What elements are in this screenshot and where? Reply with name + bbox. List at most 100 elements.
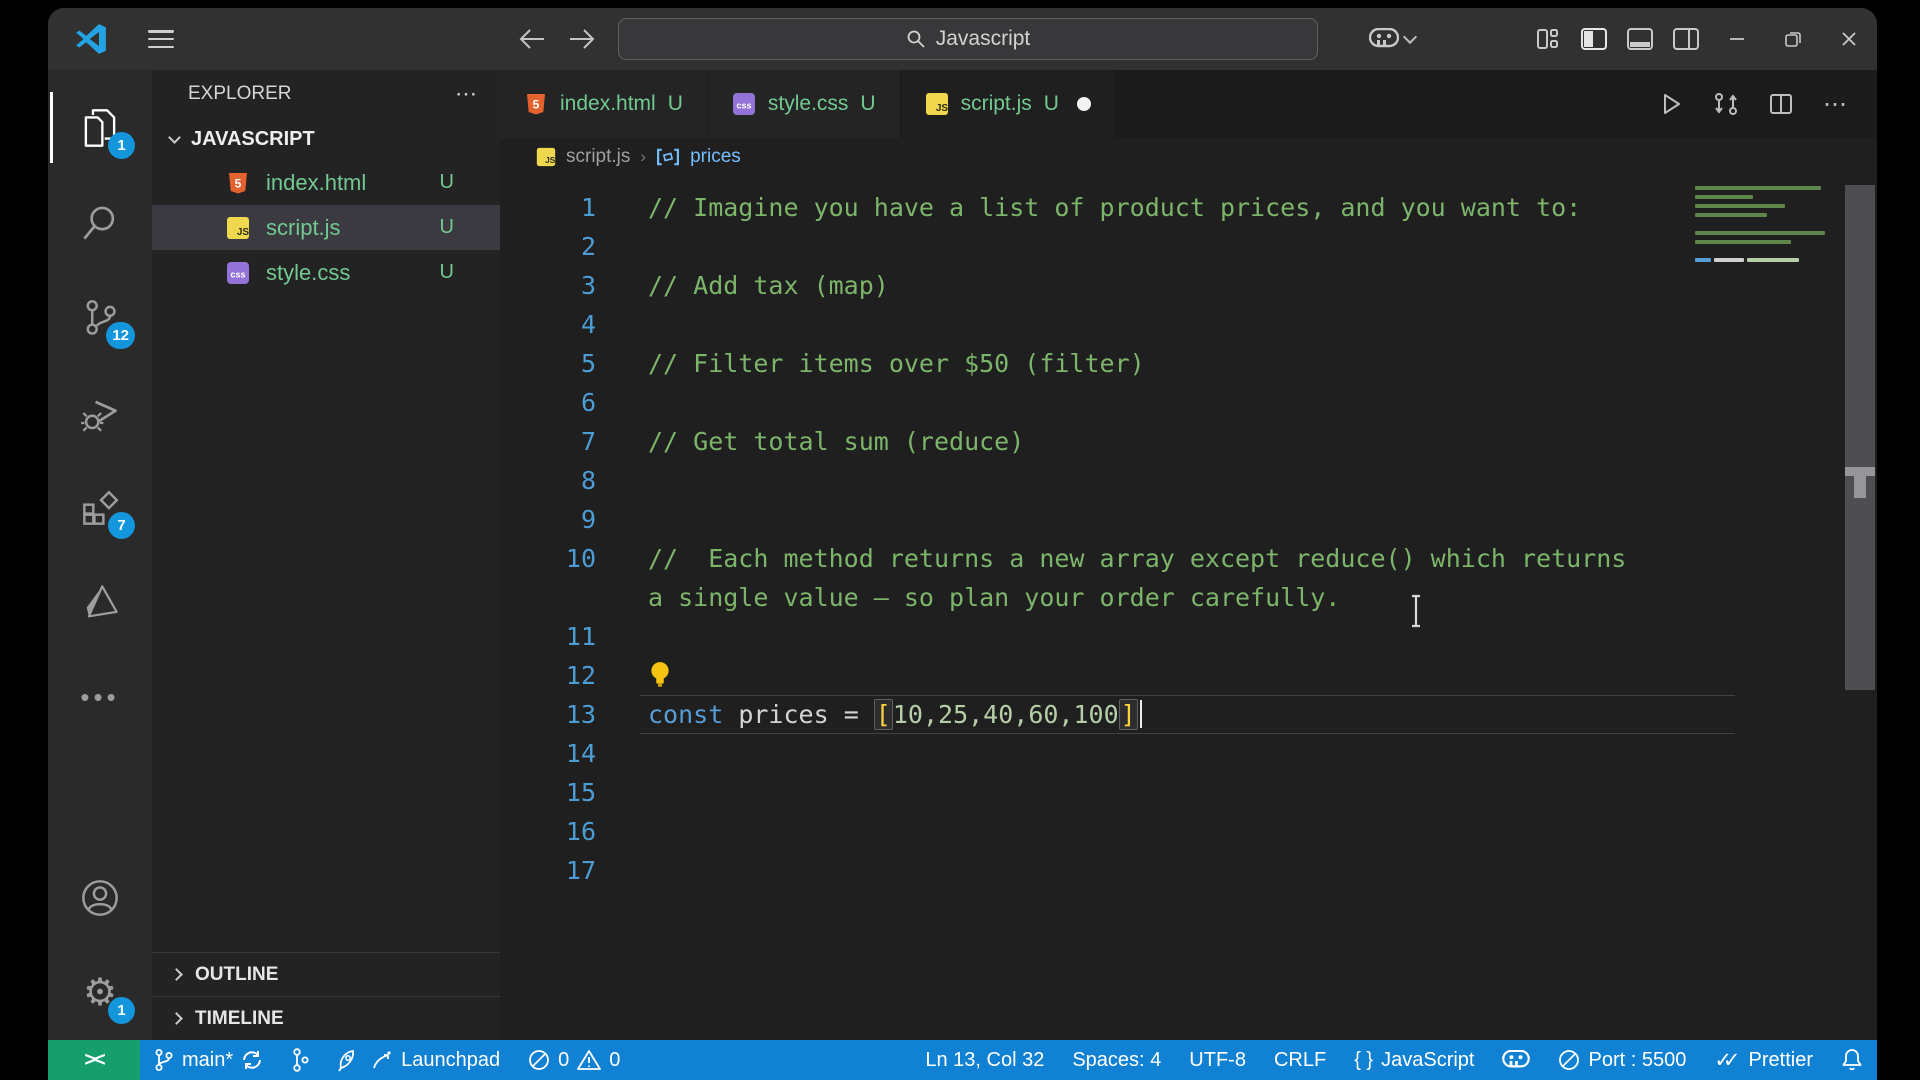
status-bar: >< main* Launchpad 0 0 Ln 13, Col 32 Spa… (48, 1040, 1877, 1080)
settings-gear-icon[interactable]: ⚙ 1 (48, 945, 152, 1040)
customize-layout-icon[interactable] (1525, 8, 1571, 70)
file-item-style-css[interactable]: css style.css U (152, 250, 500, 295)
open-changes-icon[interactable] (1713, 91, 1739, 117)
problems-item[interactable]: 0 0 (514, 1040, 634, 1080)
code-line[interactable]: 17 (500, 851, 1877, 890)
prism-icon (86, 584, 118, 617)
scrollbar[interactable] (1843, 176, 1877, 1040)
search-value: Javascript (935, 27, 1031, 50)
svg-text:5: 5 (533, 98, 540, 112)
sync-icon (243, 1051, 262, 1069)
language-mode[interactable]: { } JavaScript (1340, 1040, 1488, 1080)
live-server-port[interactable]: Port : 5500 (1544, 1040, 1700, 1080)
formatter-status[interactable]: ✓✓ Prettier (1700, 1040, 1827, 1080)
copilot-icon (1369, 28, 1399, 48)
git-status-badge: U (860, 92, 876, 115)
code-line[interactable]: 14 (500, 734, 1877, 773)
svg-text:JS: JS (237, 227, 250, 238)
editor-more-actions-icon[interactable]: ⋯ (1823, 90, 1849, 119)
code-editor[interactable]: 1// Imagine you have a list of product p… (500, 176, 1877, 1040)
search-icon (83, 206, 115, 239)
copilot-status[interactable] (1488, 1040, 1544, 1080)
code-line[interactable]: 16 (500, 812, 1877, 851)
toggle-panel-icon[interactable] (1617, 8, 1663, 70)
eol-sequence[interactable]: CRLF (1260, 1040, 1340, 1080)
code-line[interactable]: 6 (500, 383, 1877, 422)
chevron-right-icon (170, 1012, 183, 1025)
command-center-search[interactable]: Javascript (618, 18, 1318, 60)
timeline-section[interactable]: TIMELINE (152, 996, 500, 1040)
outline-section[interactable]: OUTLINE (152, 952, 500, 996)
code-line[interactable]: 4 (500, 305, 1877, 344)
source-control-graph-item[interactable] (277, 1040, 323, 1080)
launchpad-item[interactable]: Launchpad (323, 1040, 514, 1080)
breadcrumb-file[interactable]: script.js (566, 146, 630, 168)
code-line[interactable]: 9 (500, 500, 1877, 539)
remote-indicator[interactable]: >< (48, 1040, 140, 1080)
scrollbar-marker (1854, 476, 1866, 498)
minimize-icon[interactable] (1709, 8, 1765, 70)
code-line[interactable]: 5// Filter items over $50 (filter) (500, 344, 1877, 383)
text-caret (1139, 700, 1143, 728)
launch-arrow-icon (373, 1051, 391, 1069)
notifications-bell[interactable] (1827, 1040, 1877, 1080)
sidebar-item-explorer[interactable]: 1 (48, 80, 152, 175)
more-actions-icon[interactable]: ••• (48, 650, 152, 745)
cursor-position[interactable]: Ln 13, Col 32 (911, 1040, 1058, 1080)
git-branch-item[interactable]: main* (140, 1040, 277, 1080)
lightbulb-icon[interactable] (648, 661, 672, 689)
js-icon: JS (925, 93, 948, 115)
tab-index-html[interactable]: 5 index.html U (500, 70, 707, 138)
toggle-primary-sidebar-icon[interactable] (1571, 8, 1617, 70)
sidebar-item-prism[interactable] (48, 555, 152, 650)
restore-icon[interactable] (1765, 8, 1821, 70)
search-icon (907, 30, 925, 48)
sidebar-item-run-debug[interactable] (48, 365, 152, 460)
sidebar-item-extensions[interactable]: 7 (48, 460, 152, 555)
modified-dot-icon[interactable] (1076, 97, 1091, 111)
code-line[interactable]: 11 (500, 617, 1877, 656)
close-icon[interactable] (1821, 8, 1877, 70)
breadcrumb-symbol[interactable]: prices (690, 146, 741, 168)
tab-style-css[interactable]: css style.css U (707, 70, 900, 138)
warning-icon (577, 1050, 602, 1070)
wrapped-line[interactable]: a single value — so plan your order care… (648, 578, 1340, 617)
minimap[interactable] (1695, 186, 1833, 262)
back-arrow-icon[interactable] (518, 27, 546, 51)
forward-arrow-icon[interactable] (568, 27, 596, 51)
toggle-secondary-sidebar-icon[interactable] (1663, 8, 1709, 70)
folder-section-javascript[interactable]: JAVASCRIPT (152, 118, 500, 160)
split-editor-icon[interactable] (1769, 92, 1793, 116)
tab-script-js[interactable]: JS script.js U (900, 70, 1115, 138)
code-line[interactable]: 1// Imagine you have a list of product p… (500, 188, 1877, 227)
file-item-index-html[interactable]: 5 index.html U (152, 160, 500, 205)
file-item-script-js[interactable]: JS script.js U (152, 205, 500, 250)
breadcrumb-separator: › (640, 147, 647, 166)
code-line-current[interactable]: 13 const prices = [10,25,40,60,100] (500, 695, 1877, 734)
code-line[interactable]: 8 (500, 461, 1877, 500)
account-icon[interactable] (48, 850, 152, 945)
run-button-icon[interactable] (1659, 92, 1683, 116)
menu-icon[interactable] (148, 30, 174, 48)
code-line[interactable]: 10 // Each method returns a new array ex… (500, 539, 1877, 617)
remote-icon: >< (84, 1048, 105, 1071)
vscode-window: Javascript 1 12 7 ••• ⚙ 1 EXPLORER ⋯ JAV… (48, 8, 1877, 1080)
sidebar-item-search[interactable] (48, 175, 152, 270)
sidebar-title: EXPLORER (188, 83, 292, 104)
encoding[interactable]: UTF-8 (1175, 1040, 1260, 1080)
code-line[interactable]: 3// Add tax (map) (500, 266, 1877, 305)
copilot-menu[interactable] (1369, 28, 1418, 50)
git-status-badge: U (439, 261, 454, 283)
git-status-badge: U (439, 216, 454, 238)
scrollbar-marker (1845, 467, 1875, 476)
breadcrumb[interactable]: JS script.js › prices (500, 138, 1877, 176)
code-line[interactable]: 12 (500, 656, 1877, 695)
sidebar-item-source-control[interactable]: 12 (48, 270, 152, 365)
code-line[interactable]: 7// Get total sum (reduce) (500, 422, 1877, 461)
explorer-more-actions-icon[interactable]: ⋯ (455, 81, 480, 107)
scrollbar-thumb[interactable] (1845, 185, 1875, 690)
code-line[interactable]: 2 (500, 227, 1877, 266)
indentation[interactable]: Spaces: 4 (1058, 1040, 1175, 1080)
code-line[interactable]: 15 (500, 773, 1877, 812)
chevron-down-icon (168, 130, 181, 144)
